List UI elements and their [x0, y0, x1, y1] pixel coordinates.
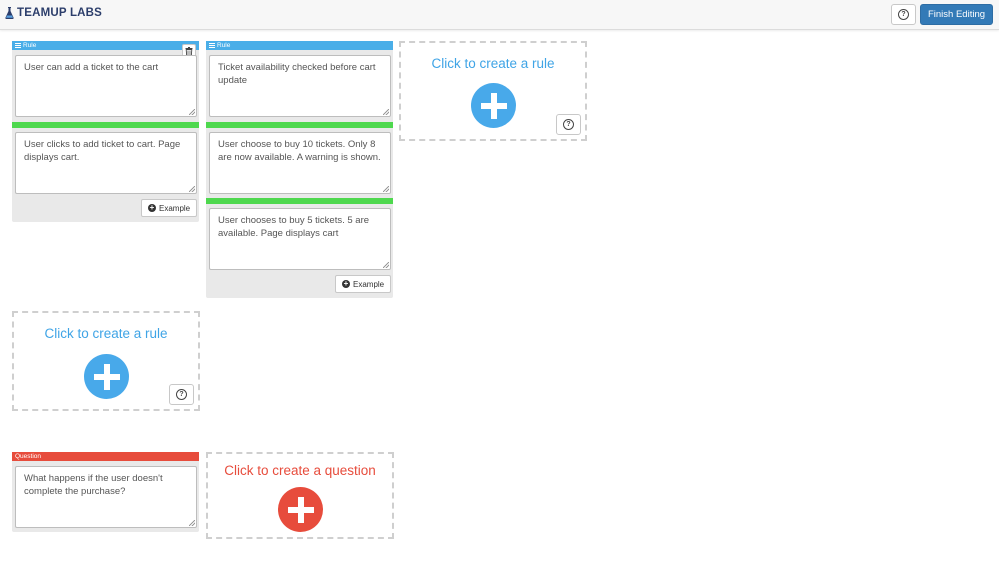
resize-handle[interactable] [383, 186, 389, 192]
create-rule-label: Click to create a rule [431, 56, 555, 71]
plus-circle-icon[interactable] [471, 83, 516, 128]
question-card-header-label: Question [15, 453, 42, 460]
question-card: Question What happens if the user doesn'… [12, 452, 199, 532]
example-bar [206, 122, 393, 128]
flask-icon [5, 7, 14, 19]
example-text: User clicks to add ticket to cart. Page … [24, 139, 181, 163]
example-text-field[interactable]: User choose to buy 10 tickets. Only 8 ar… [209, 132, 391, 194]
question-circle-icon: ? [176, 389, 187, 400]
create-rule-placeholder[interactable]: Click to create a rule ? [12, 311, 200, 411]
example-text-field[interactable]: User clicks to add ticket to cart. Page … [15, 132, 197, 194]
rule-text: Ticket availability checked before cart … [218, 62, 376, 86]
help-button[interactable]: ? [556, 114, 581, 135]
rule-card-header-label: Rule [23, 42, 37, 49]
create-rule-label: Click to create a rule [44, 326, 168, 341]
question-text-field[interactable]: What happens if the user doesn't complet… [15, 466, 197, 528]
rule-card-1: Rule User can add a ticket to the cart U… [12, 41, 199, 222]
plus-circle-icon[interactable] [84, 354, 129, 399]
finish-editing-button[interactable]: Finish Editing [920, 4, 993, 25]
list-icon [15, 43, 21, 48]
help-button[interactable]: ? [169, 384, 194, 405]
question-circle-icon: ? [563, 119, 574, 130]
rule-card-header: Rule [206, 41, 393, 50]
rule-text-field[interactable]: User can add a ticket to the cart [15, 55, 197, 117]
rule-card-header: Rule [12, 41, 199, 50]
rule-text: User can add a ticket to the cart [24, 62, 159, 73]
add-example-button[interactable]: + Example [335, 275, 392, 293]
rule-card-2: Rule Ticket availability checked before … [206, 41, 393, 298]
top-bar: TEAMUP LABS ? Finish Editing [0, 0, 999, 30]
list-icon [209, 43, 215, 48]
example-bar [12, 122, 199, 128]
add-example-label: Example [159, 203, 191, 213]
resize-handle[interactable] [189, 186, 195, 192]
resize-handle[interactable] [383, 262, 389, 268]
example-text: User choose to buy 10 tickets. Only 8 ar… [218, 139, 381, 163]
brand-name: TEAMUP LABS [17, 7, 103, 19]
create-rule-placeholder[interactable]: Click to create a rule ? [399, 41, 587, 141]
resize-handle[interactable] [189, 520, 195, 526]
create-question-placeholder[interactable]: Click to create a question [206, 452, 394, 539]
rule-card-header-label: Rule [217, 42, 231, 49]
add-example-button[interactable]: + Example [141, 199, 198, 217]
question-circle-icon: ? [898, 9, 909, 20]
plus-circle-icon: + [148, 203, 156, 212]
resize-handle[interactable] [383, 109, 389, 115]
resize-handle[interactable] [189, 109, 195, 115]
example-bar [206, 198, 393, 204]
help-button[interactable]: ? [891, 4, 916, 25]
plus-circle-icon: + [342, 279, 350, 288]
example-text: User chooses to buy 5 tickets. 5 are ava… [218, 215, 370, 239]
create-question-label: Click to create a question [224, 463, 376, 478]
brand-logo[interactable]: TEAMUP LABS [5, 7, 102, 19]
example-text-field[interactable]: User chooses to buy 5 tickets. 5 are ava… [209, 208, 391, 270]
question-text: What happens if the user doesn't complet… [24, 473, 163, 497]
rule-text-field[interactable]: Ticket availability checked before cart … [209, 55, 391, 117]
plus-circle-icon[interactable] [278, 487, 323, 532]
add-example-label: Example [353, 279, 385, 289]
question-card-header: Question [12, 452, 199, 461]
